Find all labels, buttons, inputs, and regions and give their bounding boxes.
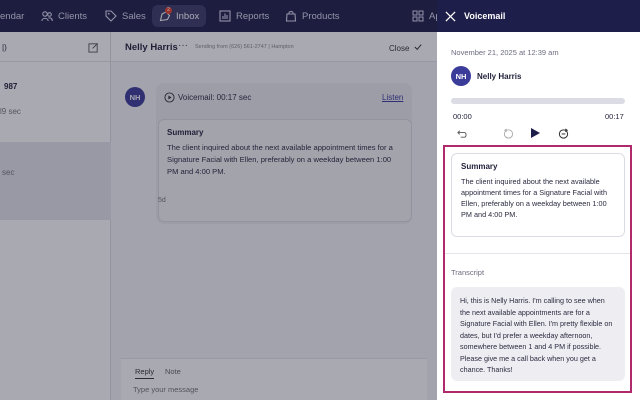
forward-button[interactable] <box>556 126 570 140</box>
voicemail-contact-name: Nelly Harris <box>477 72 522 81</box>
fast-forward-icon <box>558 128 568 139</box>
rewind-icon <box>503 128 513 139</box>
modal-backdrop[interactable] <box>0 0 437 400</box>
voicemail-summary-text: The client inquired about the next avail… <box>461 177 608 219</box>
transcript-box: Hi, this is Nelly Harris. I'm calling to… <box>451 287 625 381</box>
rewind-button[interactable] <box>501 126 515 140</box>
playback-progress-bar[interactable] <box>451 98 625 104</box>
play-button[interactable] <box>528 126 542 140</box>
voicemail-panel-header: Voicemail <box>437 0 640 32</box>
avatar: NH <box>451 66 471 86</box>
voicemail-summary-title: Summary <box>461 162 498 171</box>
close-icon[interactable] <box>445 10 456 22</box>
undo-icon <box>456 129 467 138</box>
undo-button[interactable] <box>455 126 469 140</box>
divider <box>445 253 630 254</box>
playback-current-time: 00:00 <box>453 112 472 121</box>
voicemail-panel: Voicemail November 21, 2025 at 12:39 am … <box>437 0 640 400</box>
voicemail-summary-box: Summary The client inquired about the ne… <box>451 153 625 237</box>
play-icon <box>531 128 540 138</box>
playback-total-time: 00:17 <box>605 112 624 121</box>
voicemail-panel-title: Voicemail <box>464 11 506 21</box>
voicemail-timestamp: November 21, 2025 at 12:39 am <box>451 48 559 57</box>
transcript-label: Transcript <box>451 268 485 277</box>
